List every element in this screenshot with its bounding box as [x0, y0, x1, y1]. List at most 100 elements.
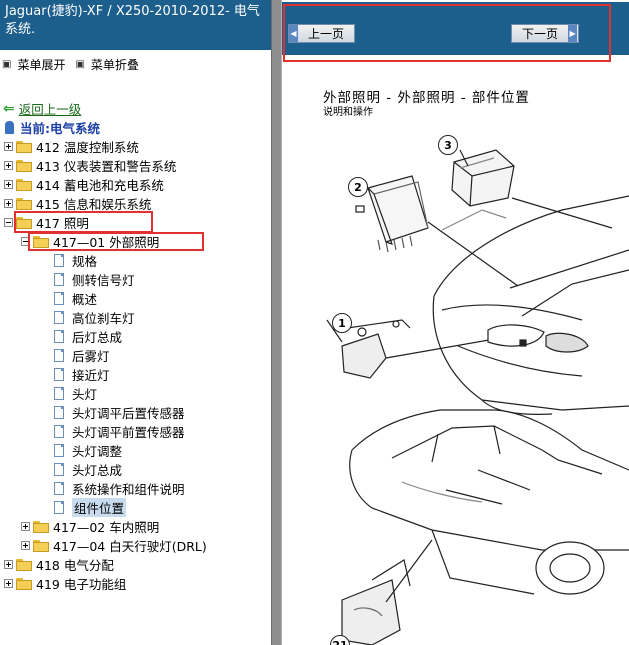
tree-node-417-04[interactable]: 417—04 白天行驶灯(DRL) [21, 536, 207, 555]
expand-icon[interactable] [21, 522, 30, 531]
current-location-label: 当前:电气系统 [20, 121, 100, 136]
tree-doc-item[interactable]: 侧转信号灯 [54, 270, 135, 289]
current-location: 当前:电气系统 [5, 118, 100, 137]
document-icon [54, 387, 64, 400]
expand-icon[interactable] [4, 579, 13, 588]
tree-node-417-02[interactable]: 417—02 车内照明 [21, 517, 159, 536]
tree-node-label: 415 信息和娱乐系统 [36, 197, 152, 212]
document-icon [54, 368, 64, 381]
tree-doc-label: 接近灯 [72, 368, 110, 383]
page-nav-bar: ◀ 上一页 下一页 ▶ [282, 2, 629, 55]
module-part-3 [451, 149, 515, 207]
tree-node-label: 417—02 车内照明 [53, 520, 160, 535]
document-icon [54, 463, 64, 476]
tree-doc-label: 头灯调整 [72, 444, 123, 459]
tree-doc-item[interactable]: 头灯调平后置传感器 [54, 403, 185, 422]
expand-icon[interactable] [4, 560, 13, 569]
collapse-icon: ▣ [75, 58, 85, 70]
pane-header-title: Jaguar(捷豹)-XF / X250-2010-2012- 电气系统. [0, 0, 271, 50]
document-icon [54, 254, 64, 267]
menu-expand-button[interactable]: ▣ 菜单展开 [2, 56, 65, 73]
book-icon [5, 121, 14, 134]
next-page-label: 下一页 [522, 27, 559, 41]
tree-node-label: 413 仪表装置和警告系统 [36, 159, 177, 174]
document-icon [54, 406, 64, 419]
tree-doc-item[interactable]: 规格 [54, 251, 97, 270]
mirror-part-21 [341, 559, 411, 645]
document-icon [54, 425, 64, 438]
callout-2: 2 [348, 177, 368, 197]
document-icon [54, 311, 64, 324]
tree-node-label: 417 照明 [36, 216, 89, 231]
tree-doc-label: 后灯总成 [72, 330, 123, 345]
arrow-left-icon: ◀ [289, 25, 298, 42]
tree-doc-item[interactable]: 头灯总成 [54, 460, 122, 479]
tree-doc-label: 侧转信号灯 [72, 273, 135, 288]
tree-node-415[interactable]: 415 信息和娱乐系统 [4, 194, 151, 213]
document-icon [54, 482, 64, 495]
tree-node-label: 419 电子功能组 [36, 577, 127, 592]
tree-doc-label: 高位刹车灯 [72, 311, 135, 326]
menu-actions-bar: ▣ 菜单展开 ▣ 菜单折叠 [0, 50, 271, 78]
tree-node-412[interactable]: 412 温度控制系统 [4, 137, 139, 156]
expand-icon[interactable] [4, 180, 13, 189]
pane-splitter[interactable] [271, 0, 282, 645]
vehicle-front-view [432, 195, 629, 415]
tree-node-413[interactable]: 413 仪表装置和警告系统 [4, 156, 176, 175]
tree-doc-item[interactable]: 高位刹车灯 [54, 308, 135, 327]
menu-collapse-button[interactable]: ▣ 菜单折叠 [75, 56, 138, 73]
tree-doc-item[interactable]: 接近灯 [54, 365, 110, 384]
tree-doc-label: 头灯调平前置传感器 [72, 425, 185, 440]
vehicle-side-view [349, 409, 629, 595]
tree-doc-item[interactable]: 后灯总成 [54, 327, 122, 346]
folder-icon [33, 520, 49, 533]
tree-doc-label: 规格 [72, 254, 98, 269]
tree-doc-item-selected[interactable]: 组件位置 [54, 498, 127, 517]
tree-node-label: 417—01 外部照明 [53, 235, 160, 250]
folder-icon [16, 159, 32, 172]
collapse-icon[interactable] [4, 218, 13, 227]
arrow-right-icon: ▶ [568, 25, 578, 42]
document-icon [54, 330, 64, 343]
folder-icon [16, 178, 32, 191]
collapse-icon[interactable] [21, 237, 30, 246]
expand-icon[interactable] [4, 199, 13, 208]
menu-collapse-label: 菜单折叠 [90, 57, 139, 72]
next-page-button[interactable]: 下一页 ▶ [511, 24, 579, 43]
tree-doc-label: 后雾灯 [72, 349, 110, 364]
tree-node-414[interactable]: 414 蓄电池和充电系统 [4, 175, 164, 194]
tree-doc-label: 头灯 [72, 387, 98, 402]
tree-node-417[interactable]: 417 照明 [4, 213, 89, 232]
tree-doc-item[interactable]: 概述 [54, 289, 97, 308]
expand-icon[interactable] [4, 161, 13, 170]
tree-doc-item[interactable]: 头灯 [54, 384, 97, 403]
back-link-label: 返回上一级 [18, 102, 82, 117]
menu-expand-label: 菜单展开 [17, 57, 66, 72]
back-link[interactable]: ⇐ 返回上一级 [3, 99, 81, 118]
component-location-illustration [326, 149, 629, 645]
navigation-pane: Jaguar(捷豹)-XF / X250-2010-2012- 电气系统. ▣ … [0, 0, 271, 645]
folder-icon [16, 140, 32, 153]
tree-node-417-01[interactable]: 417—01 外部照明 [21, 232, 159, 251]
folder-icon [16, 558, 32, 571]
tree-doc-label: 系统操作和组件说明 [72, 482, 185, 497]
expand-icon[interactable] [21, 541, 30, 550]
tree-doc-item[interactable]: 后雾灯 [54, 346, 110, 365]
tree-doc-label: 概述 [72, 292, 98, 307]
tree-doc-label: 头灯调平后置传感器 [72, 406, 185, 421]
tree-node-label: 414 蓄电池和充电系统 [36, 178, 164, 193]
expand-icon[interactable] [4, 142, 13, 151]
tree-node-419[interactable]: 419 电子功能组 [4, 574, 126, 593]
tree-doc-item[interactable]: 头灯调整 [54, 441, 122, 460]
document-pane: ◀ 上一页 下一页 ▶ 外部照明 - 外部照明 - 部件位置 说明和操作 3 2… [282, 0, 629, 645]
document-icon [54, 349, 64, 362]
folder-icon [16, 577, 32, 590]
tree-node-label: 418 电气分配 [36, 558, 114, 573]
back-arrow-icon: ⇐ [3, 100, 15, 117]
tree-doc-item[interactable]: 系统操作和组件说明 [54, 479, 185, 498]
prev-page-button[interactable]: ◀ 上一页 [288, 24, 355, 43]
tree-doc-item[interactable]: 头灯调平前置传感器 [54, 422, 185, 441]
tree-node-418[interactable]: 418 电气分配 [4, 555, 114, 574]
expand-icon: ▣ [2, 58, 12, 70]
prev-page-label: 上一页 [308, 27, 345, 41]
